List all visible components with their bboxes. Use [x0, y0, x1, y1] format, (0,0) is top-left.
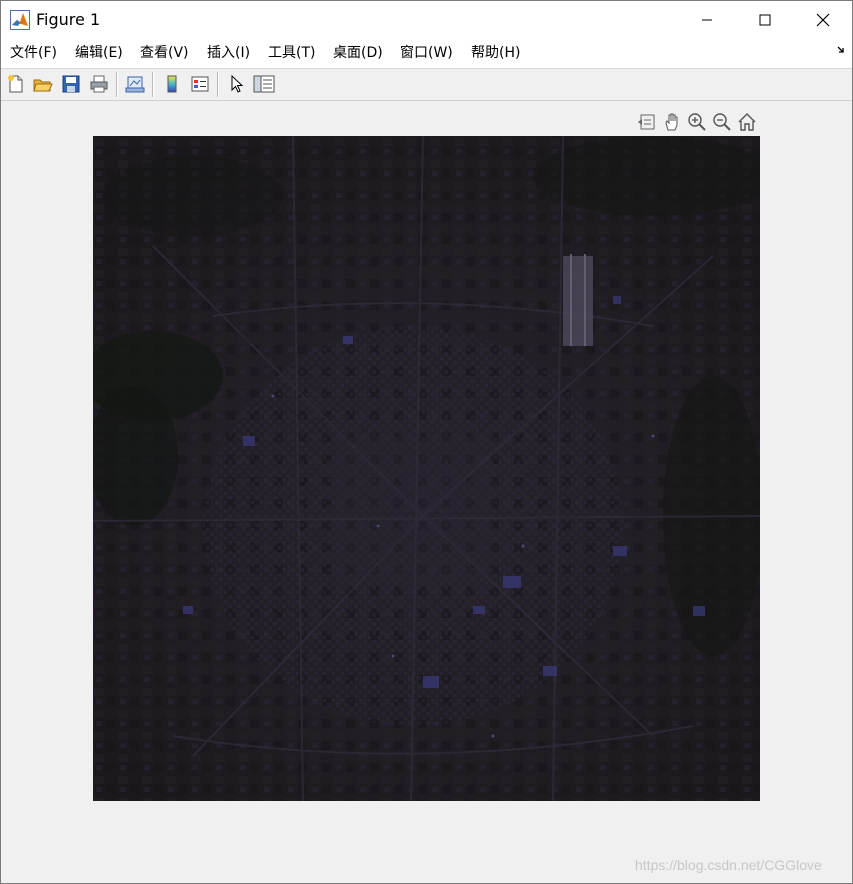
menu-overflow-icon[interactable]: [837, 44, 847, 58]
zoom-out-icon[interactable]: [711, 111, 733, 133]
save-icon[interactable]: [59, 72, 83, 96]
property-inspector-icon[interactable]: [252, 72, 276, 96]
legend-icon[interactable]: [188, 72, 212, 96]
figure-window: Figure 1 文件(F) 编辑(E) 查看(V) 插入(I) 工具(T) 桌…: [0, 0, 853, 884]
close-button[interactable]: [794, 1, 852, 39]
minimize-button[interactable]: [678, 1, 736, 39]
menu-insert[interactable]: 插入(I): [207, 44, 250, 63]
close-icon: [816, 13, 830, 27]
export-icon[interactable]: [636, 111, 658, 133]
menu-tools[interactable]: 工具(T): [268, 44, 315, 63]
menu-view[interactable]: 查看(V): [140, 44, 189, 63]
satellite-image[interactable]: [93, 136, 760, 801]
menu-help[interactable]: 帮助(H): [471, 44, 520, 63]
colorbar-icon[interactable]: [160, 72, 184, 96]
minimize-icon: [702, 19, 712, 21]
open-file-icon[interactable]: [31, 72, 55, 96]
maximize-icon: [759, 14, 771, 26]
title-bar[interactable]: Figure 1: [1, 1, 852, 39]
menu-bar: 文件(F) 编辑(E) 查看(V) 插入(I) 工具(T) 桌面(D) 窗口(W…: [1, 39, 852, 69]
window-title: Figure 1: [36, 10, 101, 29]
select-pointer-icon[interactable]: [225, 72, 249, 96]
pan-icon[interactable]: [661, 111, 683, 133]
figure-toolbar: [1, 69, 852, 101]
menu-desktop[interactable]: 桌面(D): [333, 44, 383, 63]
link-plot-icon[interactable]: [123, 72, 147, 96]
matlab-logo-icon: [10, 10, 30, 30]
maximize-button[interactable]: [736, 1, 794, 39]
toolbar-separator: [116, 72, 117, 97]
toolbar-separator: [217, 72, 218, 97]
toolbar-separator: [152, 72, 153, 97]
zoom-in-icon[interactable]: [686, 111, 708, 133]
menu-edit[interactable]: 编辑(E): [75, 44, 123, 63]
watermark-text: https://blog.csdn.net/CGGlove: [635, 857, 822, 873]
menu-window[interactable]: 窗口(W): [400, 44, 453, 63]
menu-file[interactable]: 文件(F): [10, 44, 57, 63]
print-icon[interactable]: [87, 72, 111, 96]
axes-toolbar: [636, 111, 761, 133]
home-icon[interactable]: [736, 111, 758, 133]
new-figure-icon[interactable]: [4, 72, 28, 96]
satellite-image-content: [93, 136, 760, 801]
